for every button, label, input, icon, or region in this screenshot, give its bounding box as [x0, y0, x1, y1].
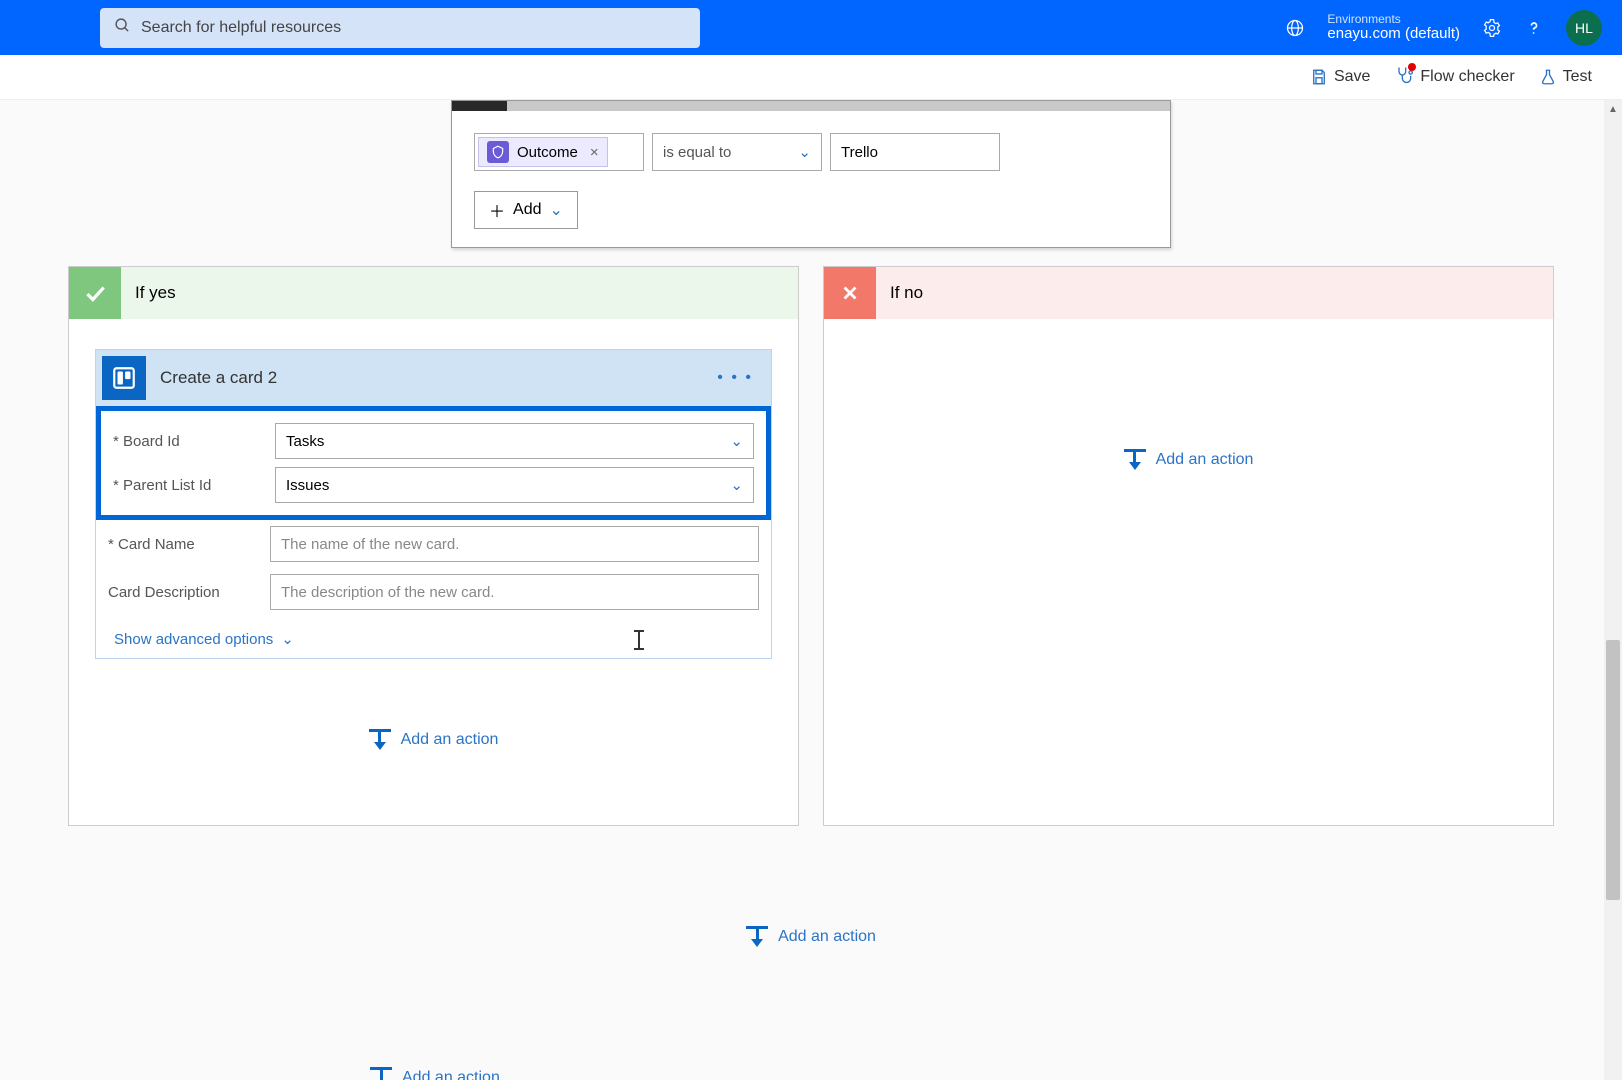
- if-no-header: If no: [824, 267, 1553, 319]
- add-action-no[interactable]: Add an action: [842, 449, 1535, 470]
- error-indicator-icon: [1408, 63, 1416, 71]
- create-card-action: Create a card 2 • • • Board Id Tasks ⌄: [95, 349, 772, 659]
- check-icon: [69, 267, 121, 319]
- condition-operator-select[interactable]: is equal to ⌄: [652, 133, 822, 171]
- save-button[interactable]: Save: [1310, 68, 1370, 86]
- board-id-select[interactable]: Tasks ⌄: [275, 423, 754, 459]
- designer-toolbar: Save Flow checker Test: [0, 55, 1622, 100]
- chevron-down-icon: ⌄: [730, 476, 743, 494]
- add-action-bottom[interactable]: Add an action: [370, 1067, 1622, 1080]
- search-input[interactable]: [141, 19, 686, 37]
- chevron-down-icon: ⌄: [798, 143, 811, 161]
- add-condition-button[interactable]: ＋ Add ⌄: [474, 191, 578, 229]
- chevron-down-icon: ⌄: [281, 630, 294, 648]
- show-advanced-options[interactable]: Show advanced options ⌄: [96, 616, 771, 658]
- environment-icon[interactable]: [1285, 18, 1305, 38]
- insert-step-icon: [370, 1067, 392, 1080]
- outcome-token[interactable]: Outcome ×: [478, 137, 608, 167]
- vertical-scrollbar[interactable]: ▲: [1604, 100, 1622, 1080]
- text-cursor-icon: [638, 630, 640, 650]
- environment-name: enayu.com (default): [1327, 26, 1460, 43]
- condition-left-operand[interactable]: Outcome ×: [474, 133, 644, 171]
- insert-step-icon: [746, 926, 768, 947]
- scrollbar-thumb[interactable]: [1606, 640, 1620, 900]
- insert-step-icon: [369, 729, 391, 750]
- environment-label: Environments: [1327, 13, 1460, 26]
- condition-card: Outcome × is equal to ⌄ Trello ＋ Add ⌄: [451, 100, 1171, 248]
- card-name-label: Card Name: [108, 536, 258, 553]
- card-description-input[interactable]: [270, 574, 759, 610]
- close-icon: [824, 267, 876, 319]
- trello-icon: [102, 356, 146, 400]
- remove-token-icon[interactable]: ×: [586, 144, 599, 161]
- scroll-up-icon[interactable]: ▲: [1604, 100, 1622, 118]
- plus-icon: ＋: [489, 198, 505, 222]
- top-bar: Environments enayu.com (default) HL: [0, 0, 1622, 55]
- flow-canvas[interactable]: Outcome × is equal to ⌄ Trello ＋ Add ⌄: [0, 100, 1622, 1080]
- card-name-input[interactable]: [270, 526, 759, 562]
- search-box[interactable]: [100, 8, 700, 48]
- insert-step-icon: [1124, 449, 1146, 470]
- add-action-after-condition[interactable]: Add an action: [0, 926, 1622, 947]
- condition-value-input[interactable]: Trello: [830, 133, 1000, 171]
- chevron-down-icon: ⌄: [549, 200, 562, 220]
- action-header[interactable]: Create a card 2 • • •: [96, 350, 771, 406]
- environment-picker[interactable]: Environments enayu.com (default): [1327, 13, 1460, 43]
- parent-list-label: Parent List Id: [113, 477, 263, 494]
- help-icon[interactable]: [1524, 18, 1544, 38]
- highlighted-fields: Board Id Tasks ⌄ Parent List Id Issues: [96, 406, 771, 520]
- board-id-label: Board Id: [113, 433, 263, 450]
- if-yes-header: If yes: [69, 267, 798, 319]
- flow-checker-button[interactable]: Flow checker: [1394, 65, 1514, 90]
- add-action-yes[interactable]: Add an action: [87, 729, 780, 750]
- avatar[interactable]: HL: [1566, 10, 1602, 46]
- if-no-branch: If no Add an action: [823, 266, 1554, 826]
- chevron-down-icon: ⌄: [730, 432, 743, 450]
- settings-icon[interactable]: [1482, 18, 1502, 38]
- card-description-label: Card Description: [108, 584, 258, 601]
- condition-header: [452, 101, 1170, 111]
- search-icon: [114, 17, 131, 39]
- test-button[interactable]: Test: [1539, 68, 1592, 86]
- parent-list-select[interactable]: Issues ⌄: [275, 467, 754, 503]
- token-icon: [487, 141, 509, 163]
- action-menu-button[interactable]: • • •: [699, 369, 771, 387]
- if-yes-branch: If yes Create a card 2 • • • Board: [68, 266, 799, 826]
